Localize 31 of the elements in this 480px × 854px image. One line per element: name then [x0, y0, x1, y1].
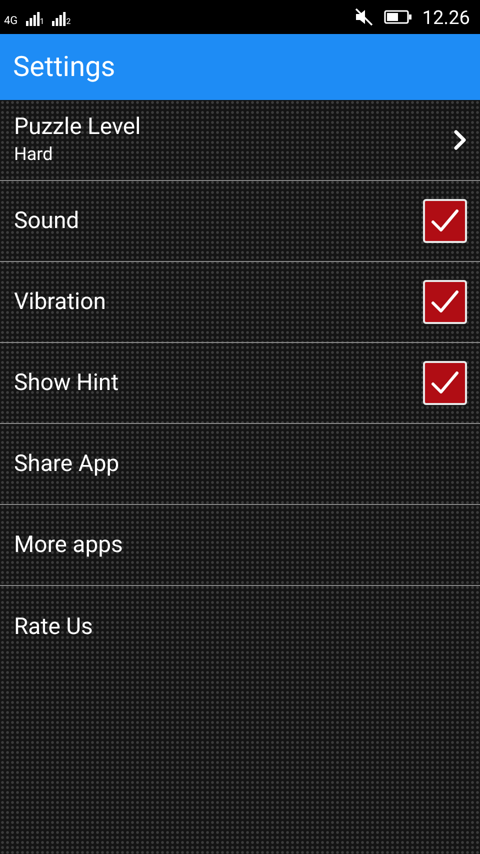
settings-row[interactable]: Vibration — [0, 262, 480, 343]
checkmark-icon — [430, 370, 460, 396]
row-label: Sound — [14, 206, 80, 236]
sim-index: 1 — [40, 18, 44, 26]
app-bar-title: Settings — [13, 49, 116, 85]
signal-icon — [52, 12, 66, 26]
settings-row[interactable]: More apps — [0, 505, 480, 586]
sim-index: 2 — [66, 18, 71, 26]
settings-row[interactable]: Rate Us — [0, 586, 480, 667]
network-type: 4G — [4, 14, 18, 26]
chevron-right-icon — [453, 129, 467, 151]
settings-row[interactable]: Sound — [0, 181, 480, 262]
settings-row[interactable]: Show Hint — [0, 343, 480, 424]
checkbox[interactable] — [423, 199, 467, 243]
settings-row[interactable]: Share App — [0, 424, 480, 505]
checkbox[interactable] — [423, 280, 467, 324]
settings-row[interactable]: Puzzle Level Hard — [0, 100, 480, 181]
mute-icon — [354, 7, 374, 27]
checkbox[interactable] — [423, 361, 467, 405]
signal-icon — [26, 12, 40, 26]
row-summary: Hard — [14, 143, 54, 167]
row-label: Rate Us — [14, 612, 93, 642]
row-label: Show Hint — [14, 368, 119, 398]
checkmark-icon — [430, 208, 460, 234]
row-label: Share App — [14, 449, 120, 479]
row-label: Vibration — [14, 287, 106, 317]
clock: 12.26 — [422, 8, 470, 26]
row-label: Puzzle Level — [14, 112, 141, 142]
battery-icon — [384, 10, 412, 24]
checkmark-icon — [430, 289, 460, 315]
row-label: More apps — [14, 530, 123, 560]
